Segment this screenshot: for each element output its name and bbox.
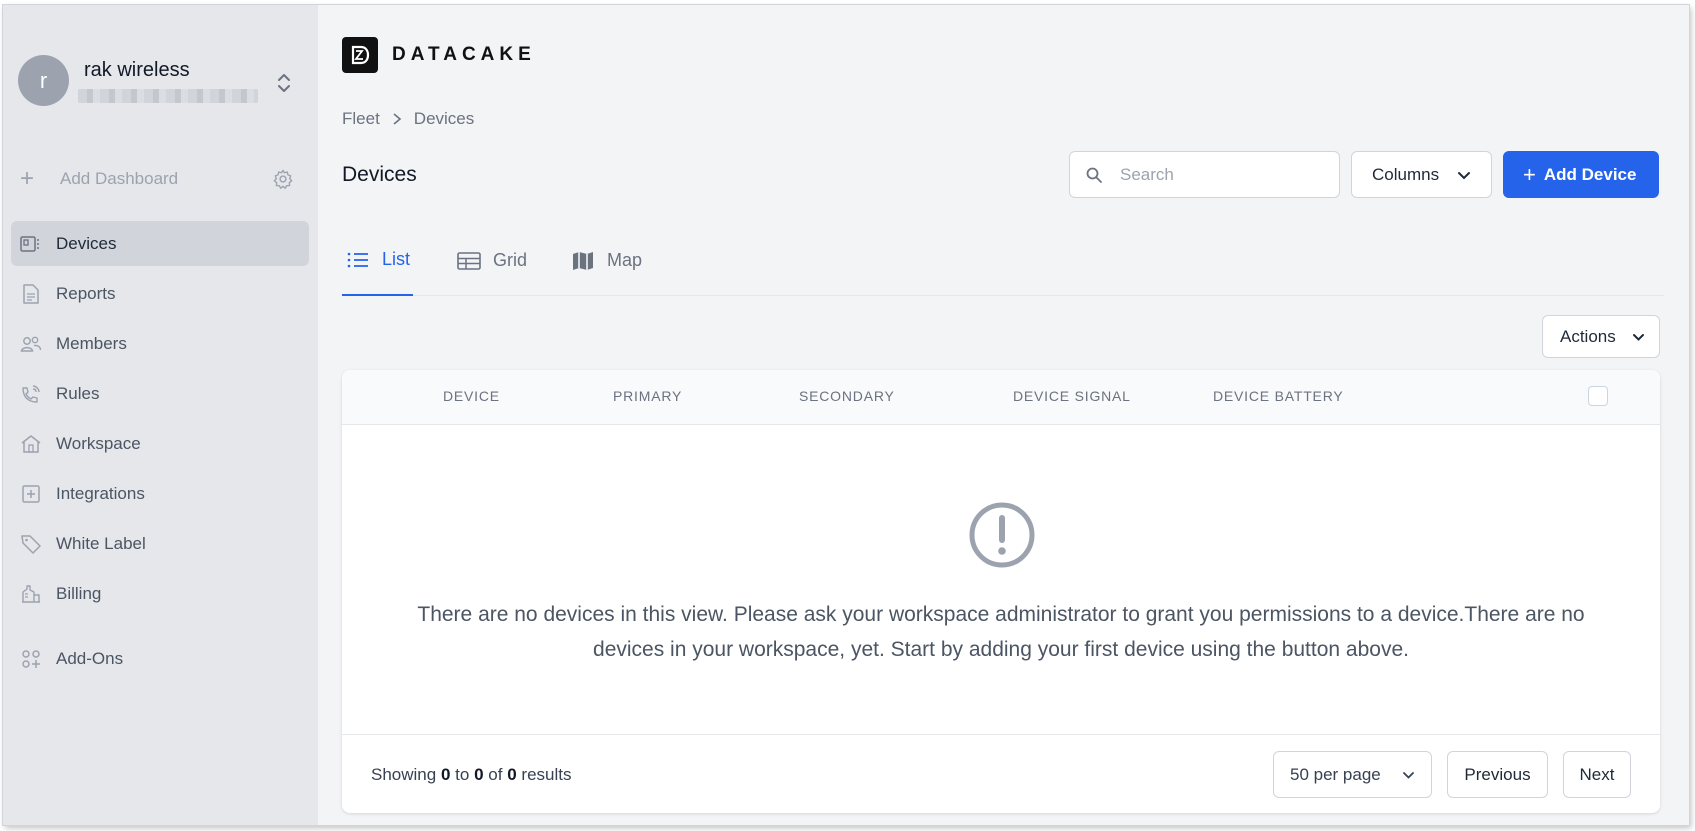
results-to-word: to xyxy=(455,765,470,784)
list-icon xyxy=(347,252,368,267)
grid-icon xyxy=(457,251,481,270)
devices-table-card: DEVICE PRIMARY SECONDARY DEVICE SIGNAL D… xyxy=(342,370,1660,813)
sidebar-item-reports[interactable]: Reports xyxy=(11,271,309,316)
sidebar-item-label: White Label xyxy=(56,533,146,553)
breadcrumb: Fleet Devices xyxy=(342,109,474,129)
account-name: rak wireless xyxy=(84,59,190,81)
logo-mark-icon xyxy=(342,37,378,73)
column-header-secondary[interactable]: SECONDARY xyxy=(799,388,895,404)
tab-grid[interactable]: Grid xyxy=(457,225,527,296)
reports-icon xyxy=(23,284,39,304)
sidebar-item-members[interactable]: Members xyxy=(11,321,309,366)
breadcrumb-fleet[interactable]: Fleet xyxy=(342,109,380,129)
add-device-label: Add Device xyxy=(1543,164,1637,184)
column-header-device-battery[interactable]: DEVICE BATTERY xyxy=(1213,388,1344,404)
sidebar-item-label: Devices xyxy=(56,233,117,253)
search-icon xyxy=(1086,167,1102,183)
pagination-bar: Showing 0 to 0 of 0 results 50 per page … xyxy=(342,734,1660,813)
sidebar-item-label: Add-Ons xyxy=(56,648,124,668)
chevron-down-icon xyxy=(1458,172,1470,180)
addons-icon xyxy=(22,650,40,668)
sidebar-item-workspace[interactable]: Workspace xyxy=(11,421,309,466)
page-title: Devices xyxy=(342,163,417,186)
results-of-word: of xyxy=(488,765,503,784)
chevron-down-icon xyxy=(1633,334,1644,341)
column-header-primary[interactable]: PRIMARY xyxy=(613,388,682,404)
plus-icon: + xyxy=(20,165,35,192)
sidebar-item-devices[interactable]: Devices xyxy=(11,221,309,266)
sidebar-item-label: Reports xyxy=(56,283,116,303)
results-showing: Showing xyxy=(371,765,437,784)
sidebar-item-label: Rules xyxy=(56,383,100,403)
results-total: 0 xyxy=(507,765,517,784)
members-icon xyxy=(20,336,42,352)
avatar: r xyxy=(18,55,69,106)
nav-gap xyxy=(11,621,309,636)
column-header-device[interactable]: DEVICE xyxy=(443,388,500,404)
devices-icon xyxy=(20,236,39,252)
results-word: results xyxy=(521,765,572,784)
sidebar-item-label: Members xyxy=(56,333,127,353)
columns-label: Columns xyxy=(1372,164,1440,184)
breadcrumb-devices[interactable]: Devices xyxy=(414,109,474,129)
plus-icon: + xyxy=(1523,161,1536,187)
app-window: r rak wireless + Add Dashboard Devices R… xyxy=(3,5,1689,825)
billing-icon xyxy=(22,585,40,603)
logo-text: DATACAKE xyxy=(392,44,536,65)
sidebar-item-billing[interactable]: Billing xyxy=(11,571,309,616)
main-content: DATACAKE Fleet Devices Devices Columns +… xyxy=(318,5,1689,825)
sidebar-item-add-ons[interactable]: Add-Ons xyxy=(11,636,309,681)
select-all-checkbox[interactable] xyxy=(1588,386,1608,406)
tab-map[interactable]: Map xyxy=(571,225,642,296)
sidebar-item-rules[interactable]: Rules xyxy=(11,371,309,416)
sidebar-item-label: Billing xyxy=(56,583,102,603)
map-icon xyxy=(573,251,593,270)
sidebar-item-label: Integrations xyxy=(56,483,145,503)
search-box[interactable] xyxy=(1069,151,1340,198)
view-tabs: List Grid Map xyxy=(342,225,1664,296)
datacake-logo[interactable]: DATACAKE xyxy=(342,37,536,73)
sidebar: r rak wireless + Add Dashboard Devices R… xyxy=(3,5,318,825)
tag-icon xyxy=(21,535,41,554)
results-to: 0 xyxy=(474,765,484,784)
actions-dropdown[interactable]: Actions xyxy=(1542,315,1660,358)
results-from: 0 xyxy=(440,765,451,784)
tab-label: Grid xyxy=(493,250,528,270)
tab-list[interactable]: List xyxy=(342,225,413,296)
previous-page-button[interactable]: Previous xyxy=(1447,751,1548,798)
empty-state-message: There are no devices in this view. Pleas… xyxy=(417,603,1585,661)
sidebar-item-label: Workspace xyxy=(56,433,141,453)
sidebar-item-white-label[interactable]: White Label xyxy=(11,521,309,566)
chevron-right-icon xyxy=(393,113,402,125)
tab-label: Map xyxy=(607,250,643,270)
empty-state: There are no devices in this view. Pleas… xyxy=(342,425,1660,735)
chevron-down-icon xyxy=(1403,772,1414,779)
tab-label: List xyxy=(382,249,411,269)
account-email-blurred xyxy=(78,89,258,103)
account-switcher[interactable]: r rak wireless xyxy=(18,53,303,111)
exclamation-circle-icon xyxy=(969,502,1035,568)
rules-icon xyxy=(22,385,40,403)
gear-icon[interactable] xyxy=(272,168,294,190)
per-page-select[interactable]: 50 per page xyxy=(1273,751,1432,798)
results-summary: Showing 0 to 0 of 0 results xyxy=(371,765,571,785)
column-header-device-signal[interactable]: DEVICE SIGNAL xyxy=(1013,388,1131,404)
chevron-up-down-icon[interactable] xyxy=(276,71,292,95)
add-dashboard-label: Add Dashboard xyxy=(60,169,179,188)
columns-button[interactable]: Columns xyxy=(1351,151,1492,198)
add-device-button[interactable]: + Add Device xyxy=(1503,151,1659,198)
avatar-letter: r xyxy=(39,67,48,93)
actions-label: Actions xyxy=(1560,326,1616,346)
search-input[interactable] xyxy=(1120,152,1330,197)
add-dashboard-button[interactable]: + Add Dashboard xyxy=(20,162,300,196)
table-header: DEVICE PRIMARY SECONDARY DEVICE SIGNAL D… xyxy=(342,370,1660,425)
per-page-value: 50 per page xyxy=(1290,764,1381,784)
sidebar-nav: Devices Reports Members Rules Workspace … xyxy=(11,221,309,686)
next-page-button[interactable]: Next xyxy=(1563,751,1631,798)
sidebar-item-integrations[interactable]: Integrations xyxy=(11,471,309,516)
integrations-icon xyxy=(22,485,40,503)
workspace-icon xyxy=(21,435,41,453)
